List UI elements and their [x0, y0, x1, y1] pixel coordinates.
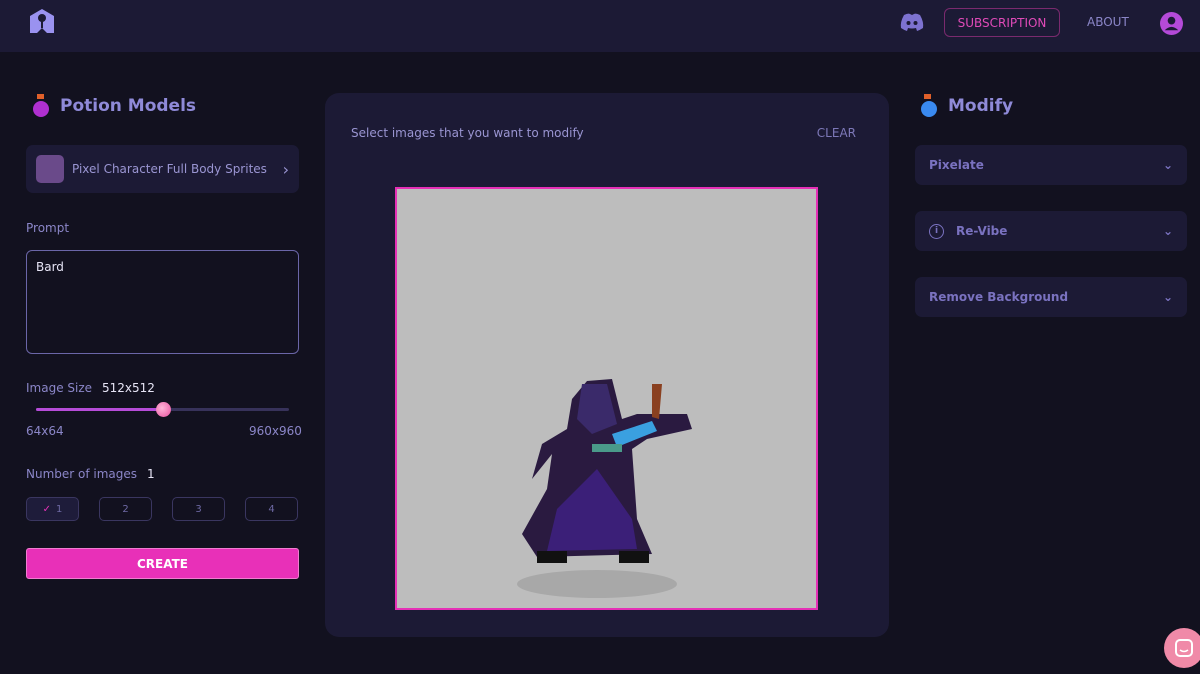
potion-models-heading: Potion Models — [30, 93, 196, 119]
image-size-label: Image Size 512x512 — [26, 381, 155, 395]
discord-icon[interactable] — [900, 13, 924, 31]
model-name: Pixel Character Full Body Sprites — [72, 162, 267, 176]
blue-potion-icon — [921, 94, 937, 117]
image-size-slider[interactable] — [36, 402, 289, 417]
clear-button[interactable]: CLEAR — [817, 126, 856, 140]
chevron-down-icon: ⌄ — [1162, 224, 1173, 238]
remove-background-accordion[interactable]: Remove Background ⌄ — [915, 277, 1187, 317]
slider-thumb[interactable] — [155, 402, 171, 417]
size-min-label: 64x64 — [26, 424, 64, 438]
revibe-accordion[interactable]: i Re-Vibe ⌄ — [915, 211, 1187, 251]
model-selector[interactable]: Pixel Character Full Body Sprites › — [26, 145, 299, 193]
prompt-label: Prompt — [26, 221, 70, 235]
number-of-images-value: 1 — [147, 467, 155, 481]
user-avatar-icon[interactable] — [1160, 12, 1183, 35]
generated-image[interactable] — [395, 187, 818, 610]
image-panel: Select images that you want to modify CL… — [325, 93, 889, 637]
pixelate-accordion[interactable]: Pixelate ⌄ — [915, 145, 1187, 185]
top-bar: SUBSCRIPTION ABOUT — [0, 0, 1200, 52]
info-icon[interactable]: i — [929, 223, 944, 239]
count-option-2[interactable]: 2 — [99, 497, 152, 521]
chat-icon — [1175, 639, 1193, 657]
count-option-1[interactable]: ✓ 1 — [26, 497, 79, 521]
bard-sprite-image — [517, 379, 692, 598]
prompt-input[interactable] — [26, 250, 299, 354]
purple-potion-icon — [33, 94, 49, 117]
modify-heading: Modify — [918, 93, 1013, 119]
chevron-right-icon: › — [282, 159, 289, 179]
instruction-text: Select images that you want to modify — [351, 126, 584, 140]
count-option-3[interactable]: 3 — [172, 497, 225, 521]
check-icon: ✓ — [42, 503, 51, 515]
chat-launcher-button[interactable] — [1164, 628, 1200, 668]
create-button[interactable]: CREATE — [26, 548, 299, 579]
number-of-images-label: Number of images 1 — [26, 467, 155, 481]
size-max-label: 960x960 — [249, 424, 302, 438]
chevron-down-icon: ⌄ — [1162, 290, 1173, 304]
logo-icon[interactable] — [29, 8, 55, 34]
image-size-value: 512x512 — [102, 381, 155, 395]
about-link[interactable]: ABOUT — [1087, 15, 1129, 29]
model-thumbnail — [36, 155, 64, 183]
chevron-down-icon: ⌄ — [1162, 158, 1173, 172]
subscription-button[interactable]: SUBSCRIPTION — [944, 8, 1060, 37]
count-option-4[interactable]: 4 — [245, 497, 298, 521]
